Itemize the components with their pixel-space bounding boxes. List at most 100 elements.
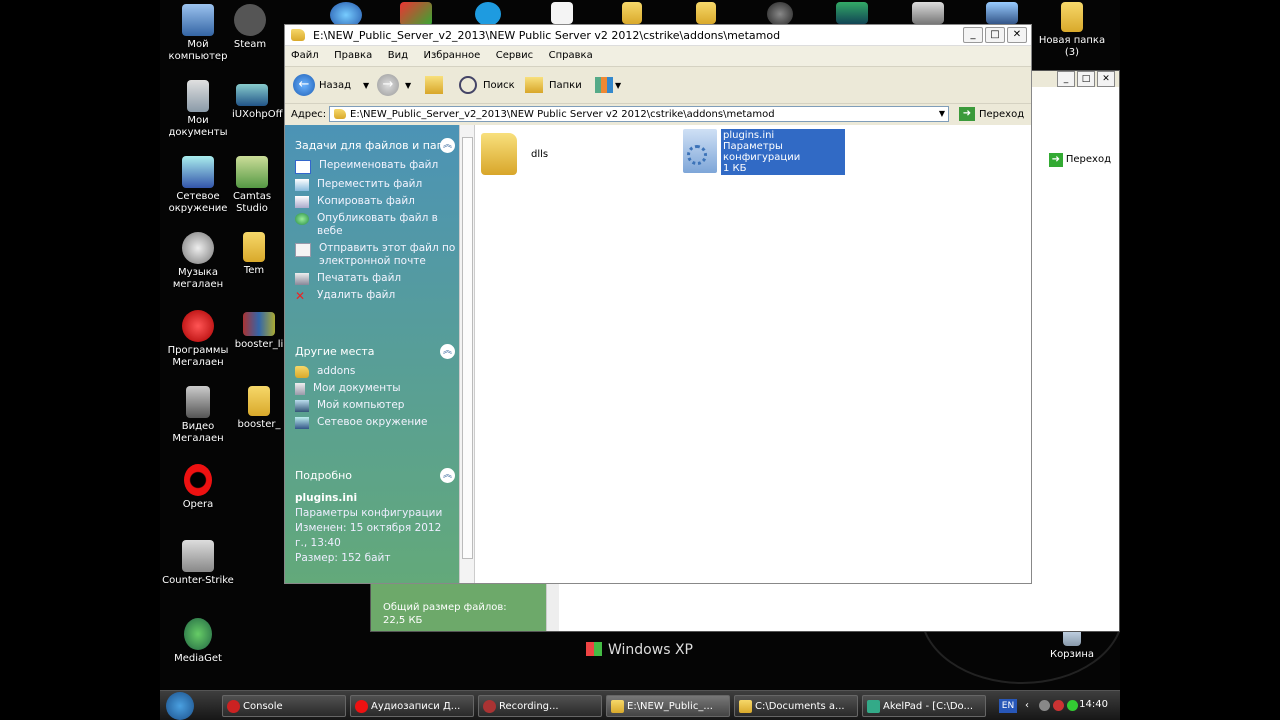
rename-icon <box>295 160 311 174</box>
recording-icon <box>483 700 496 713</box>
desktop-icon-music[interactable]: Музыка мегалаен <box>160 232 236 291</box>
address-input[interactable]: E:\NEW_Public_Server_v2_2013\NEW Public … <box>329 106 949 122</box>
search-icon <box>459 76 477 94</box>
music-icon <box>182 232 214 264</box>
steam-tray-icon[interactable] <box>1039 700 1050 711</box>
chevron-left-icon[interactable]: ‹ <box>1025 700 1036 711</box>
desktop-icon-mediaget[interactable]: MediaGet <box>160 618 236 665</box>
task-delete[interactable]: ✕ Удалить файл <box>285 287 459 304</box>
forward-button[interactable]: → ▼ <box>377 73 411 97</box>
desktop-icon-my-computer[interactable]: Мой компьютер <box>160 4 236 63</box>
menu-edit[interactable]: Правка <box>328 46 378 66</box>
menu-view[interactable]: Вид <box>382 46 414 66</box>
folders-button[interactable]: Папки <box>525 73 582 97</box>
email-icon <box>295 243 311 257</box>
task-move[interactable]: Переместить файл <box>285 176 459 193</box>
collapse-icon[interactable]: ︽ <box>440 344 455 359</box>
opera-icon <box>355 700 368 713</box>
window-title: E:\NEW_Public_Server_v2_2013\NEW Public … <box>313 29 781 42</box>
go-button[interactable]: ➜ Переход <box>959 107 1024 121</box>
folder-icon <box>1061 2 1083 32</box>
tray-app-icon[interactable] <box>1053 700 1064 711</box>
search-button[interactable]: Поиск <box>459 73 515 97</box>
scrollbar-thumb[interactable] <box>462 137 473 559</box>
windows-flag-icon <box>586 642 602 656</box>
desktop-icon-camtasia[interactable]: Camtas Studio <box>232 156 272 215</box>
computer-icon <box>182 4 214 36</box>
file-list: dlls plugins.ini Параметры конфигурации … <box>475 125 1031 583</box>
network-icon <box>295 417 309 429</box>
places-header[interactable]: Другие места ︽ <box>285 341 459 363</box>
folder-icon <box>334 109 346 119</box>
task-rename[interactable]: Переименовать файл <box>285 157 459 176</box>
address-dropdown[interactable]: ▼ <box>935 107 949 121</box>
taskbar-button-audio[interactable]: Аудиозаписи Д... <box>350 695 474 717</box>
menu-tools[interactable]: Сервис <box>490 46 539 66</box>
task-copy[interactable]: Копировать файл <box>285 193 459 210</box>
desktop-icon-video[interactable]: Видео Мегалаен <box>160 386 236 445</box>
folders-icon <box>525 77 543 93</box>
tray-status-icon[interactable] <box>1067 700 1078 711</box>
desktop-icon-network[interactable]: Сетевое окружение <box>160 156 236 215</box>
window-title-bar[interactable]: E:\NEW_Public_Server_v2_2013\NEW Public … <box>285 25 1031 46</box>
views-button[interactable]: ▼ <box>595 73 621 97</box>
taskbar-button-documents[interactable]: C:\Documents a... <box>734 695 858 717</box>
task-email[interactable]: Отправить этот файл по электронной почте <box>285 240 459 270</box>
tasks-header[interactable]: Задачи для файлов и пап ︽ <box>285 135 459 157</box>
window-body: Задачи для файлов и пап ︽ Переименовать ф… <box>285 125 1031 583</box>
chevron-down-icon[interactable]: ▼ <box>363 81 369 90</box>
close-button[interactable]: ✕ <box>1007 27 1027 43</box>
maximize-icon[interactable]: □ <box>1077 71 1095 87</box>
desktop-icon-my-documents[interactable]: Мои документы <box>160 80 236 139</box>
arrow-right-icon: ➜ <box>1048 153 1063 167</box>
chevron-down-icon[interactable]: ▼ <box>405 81 411 90</box>
desktop-icon-booster-li[interactable]: booster_li <box>232 312 286 351</box>
details-header[interactable]: Подробно ︽ <box>285 465 459 487</box>
desktop-icon-counter-strike[interactable]: Counter-Strike <box>160 540 236 587</box>
close-icon[interactable]: ✕ <box>1097 71 1115 87</box>
task-publish[interactable]: Опубликовать файл в вебе <box>285 210 459 240</box>
taskbar-button-recording[interactable]: Recording... <box>478 695 602 717</box>
desktop-icon-steam[interactable]: Steam <box>230 4 270 51</box>
explorer-window[interactable]: E:\NEW_Public_Server_v2_2013\NEW Public … <box>284 24 1032 584</box>
menu-help[interactable]: Справка <box>543 46 599 66</box>
system-tray: EN ‹ 14:40 <box>995 691 1120 720</box>
desktop-icon-opera[interactable]: Opera <box>160 464 236 511</box>
taskbar-button-akelpad[interactable]: AkelPad - [C:\Do... <box>862 695 986 717</box>
screen: Мой компьютер Steam Мои документы iUXohp… <box>160 0 1120 720</box>
background-scrollbar[interactable] <box>546 581 559 631</box>
language-indicator[interactable]: EN <box>999 699 1017 713</box>
documents-icon <box>187 80 209 112</box>
taskbar-button-console[interactable]: Console <box>222 695 346 717</box>
menu-favorites[interactable]: Избранное <box>417 46 486 66</box>
start-button[interactable] <box>160 691 218 720</box>
background-go-button[interactable]: ➜ Переход <box>1048 153 1111 167</box>
place-my-documents[interactable]: Мои документы <box>285 380 459 397</box>
printer-icon <box>295 273 309 285</box>
file-item-plugins-ini[interactable]: plugins.ini Параметры конфигурации 1 КБ <box>683 129 845 175</box>
video-icon <box>186 386 210 418</box>
menu-file[interactable]: Файл <box>285 46 325 66</box>
taskbar-button-explorer-active[interactable]: E:\NEW_Public_... <box>606 695 730 717</box>
place-network[interactable]: Сетевое окружение <box>285 414 459 431</box>
minimize-icon[interactable]: _ <box>1057 71 1075 87</box>
desktop-icon-iuxohpoff[interactable]: iUXohpOff <box>232 84 283 121</box>
desktop-icon-new-folder[interactable]: Новая папка (3) <box>1032 2 1112 59</box>
up-folder-button[interactable] <box>425 73 443 97</box>
minimize-button[interactable]: _ <box>963 27 983 43</box>
task-print[interactable]: Печатать файл <box>285 270 459 287</box>
task-pane-scrollbar[interactable] <box>459 125 475 583</box>
config-file-icon <box>683 129 717 173</box>
collapse-icon[interactable]: ︽ <box>440 468 455 483</box>
back-button[interactable]: ← Назад ▼ <box>293 73 369 97</box>
collapse-icon[interactable]: ︽ <box>440 138 455 153</box>
place-my-computer[interactable]: Мой компьютер <box>285 397 459 414</box>
file-item-dlls[interactable]: dlls <box>481 133 548 175</box>
selected-file-label: plugins.ini Параметры конфигурации 1 КБ <box>721 129 845 175</box>
desktop-icon-booster[interactable]: booster_ <box>236 386 282 431</box>
desktop-icon-tem[interactable]: Tem <box>234 232 274 277</box>
place-addons[interactable]: addons <box>285 363 459 380</box>
maximize-button[interactable]: □ <box>985 27 1005 43</box>
windows-xp-watermark: Windows XP <box>586 642 693 658</box>
desktop-icon-programs[interactable]: Программы Мегалаен <box>160 310 236 369</box>
